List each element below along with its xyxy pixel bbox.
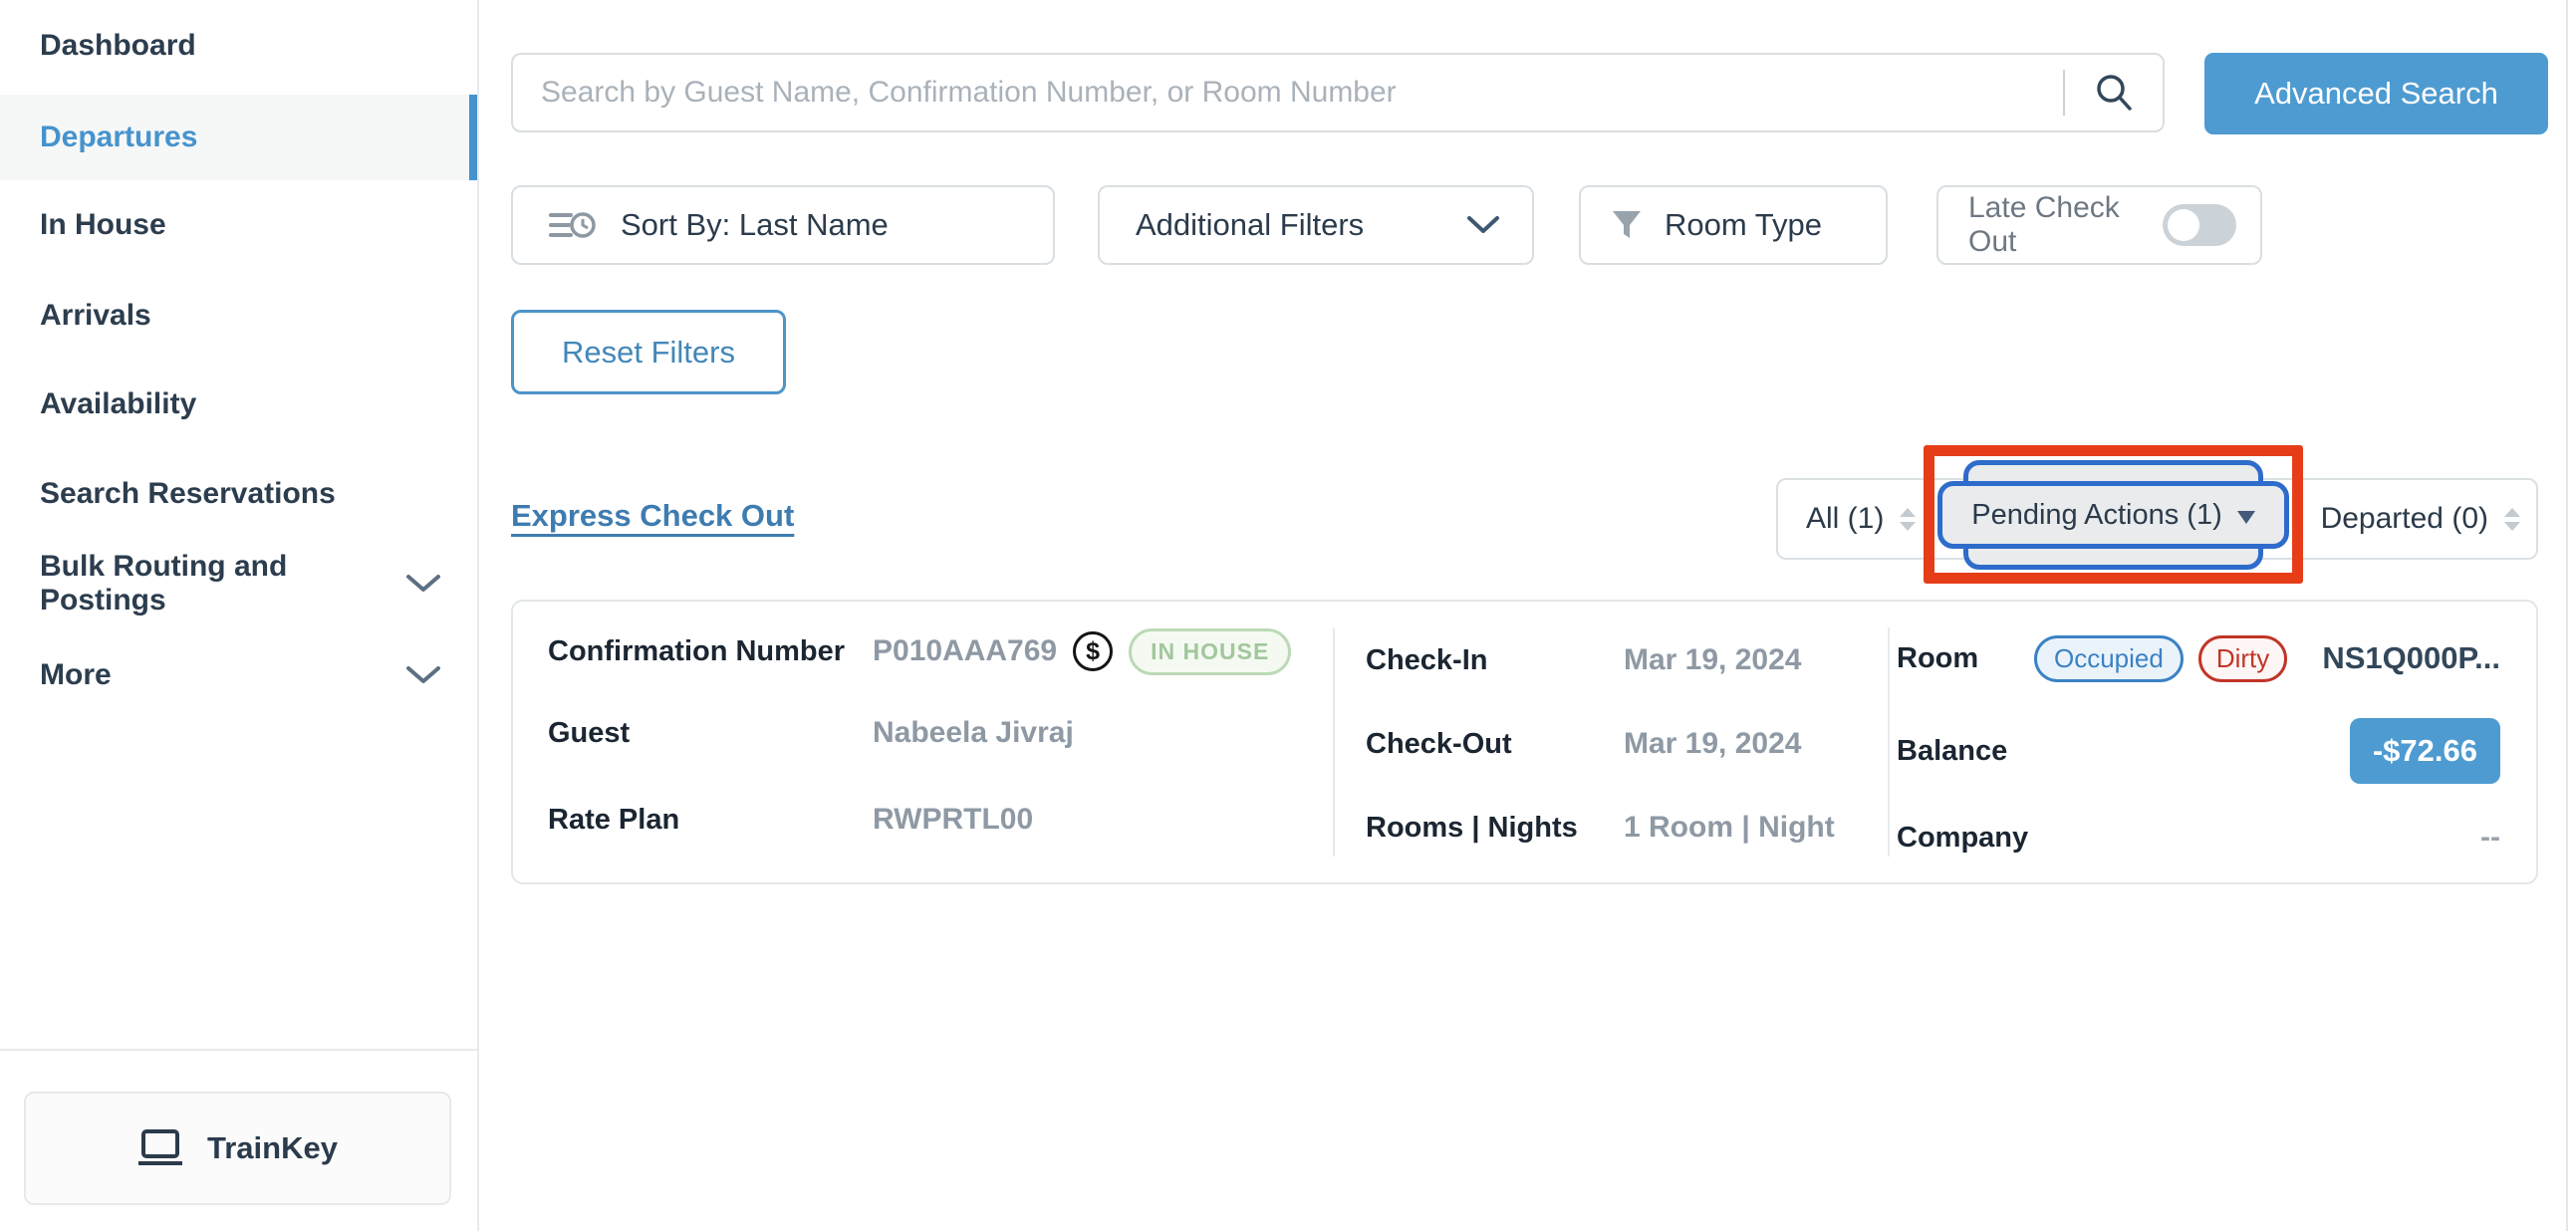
tab-departed[interactable]: Departed (0) xyxy=(2321,480,2520,558)
tab-departed-label: Departed (0) xyxy=(2321,502,2488,536)
room-row: Room Occupied Dirty NS1Q000P... xyxy=(1897,635,2500,681)
confirmation-number-value[interactable]: P010AAA769 xyxy=(873,634,1057,668)
sidebar-item-label: Bulk Routing and Postings xyxy=(40,550,405,617)
scrollbar-track[interactable] xyxy=(2566,0,2568,1231)
tab-all[interactable]: All (1) xyxy=(1806,480,1916,558)
room-occupied-badge: Occupied xyxy=(2034,635,2184,682)
sidebar-item-more[interactable]: More xyxy=(0,632,477,718)
departures-screen: Dashboard Departures In House Arrivals A… xyxy=(0,0,2576,1231)
sidebar-bottom-divider xyxy=(0,1049,477,1051)
dollar-circle-icon[interactable]: $ xyxy=(1073,631,1113,671)
card-divider xyxy=(1888,627,1890,857)
check-in-label: Check-In xyxy=(1366,644,1624,677)
additional-filters-dropdown[interactable]: Additional Filters xyxy=(1098,185,1534,265)
express-check-out-link[interactable]: Express Check Out xyxy=(511,498,794,534)
sort-arrows-icon xyxy=(2504,508,2520,531)
filter-funnel-icon xyxy=(1611,209,1643,241)
in-house-status-badge: IN HOUSE xyxy=(1129,628,1291,675)
sort-by-label: Sort By: Last Name xyxy=(621,207,889,243)
sidebar-item-search-reservations[interactable]: Search Reservations xyxy=(0,451,477,537)
late-check-out-toggle[interactable] xyxy=(2163,204,2236,246)
search-icon[interactable] xyxy=(2093,72,2135,114)
trainkey-label: TrainKey xyxy=(207,1130,338,1166)
late-check-out-label: Late Check Out xyxy=(1968,191,2139,259)
sort-by-icon xyxy=(549,207,597,243)
balance-badge[interactable]: -$72.66 xyxy=(2350,718,2500,784)
sidebar-item-departures[interactable]: Departures xyxy=(0,95,477,180)
sidebar-item-availability[interactable]: Availability xyxy=(0,362,477,447)
trainkey-button[interactable]: TrainKey xyxy=(24,1092,451,1205)
additional-filters-label: Additional Filters xyxy=(1136,207,1364,243)
sidebar-item-in-house[interactable]: In House xyxy=(0,182,477,268)
check-out-label: Check-Out xyxy=(1366,728,1624,761)
tab-all-label: All (1) xyxy=(1806,502,1884,536)
room-type-filter-button[interactable]: Room Type xyxy=(1579,185,1888,265)
chevron-down-icon xyxy=(405,665,441,685)
room-number-value[interactable]: NS1Q000P... xyxy=(2322,640,2500,676)
check-in-value: Mar 19, 2024 xyxy=(1624,643,1801,677)
sidebar-item-arrivals[interactable]: Arrivals xyxy=(0,273,477,359)
sidebar-item-label: Availability xyxy=(40,387,196,421)
company-value: -- xyxy=(2480,821,2500,855)
search-bar xyxy=(511,53,2165,132)
sidebar-item-label: Arrivals xyxy=(40,299,151,333)
guest-label: Guest xyxy=(548,717,873,750)
sidebar-item-label: More xyxy=(40,658,112,692)
reservation-card: Confirmation Number P010AAA769 $ IN HOUS… xyxy=(511,600,2538,884)
card-divider xyxy=(1333,627,1335,857)
rate-plan-value: RWPRTL00 xyxy=(873,803,1033,837)
advanced-search-button[interactable]: Advanced Search xyxy=(2204,53,2548,134)
laptop-icon xyxy=(137,1128,183,1168)
sidebar-item-bulk-routing[interactable]: Bulk Routing and Postings xyxy=(0,541,477,626)
rooms-nights-value: 1 Room | Night xyxy=(1624,811,1835,845)
sort-arrows-icon xyxy=(1900,508,1916,531)
late-check-out-filter: Late Check Out xyxy=(1936,185,2262,265)
check-in-row: Check-In Mar 19, 2024 xyxy=(1366,637,1879,683)
chevron-down-icon xyxy=(1466,215,1500,235)
balance-label: Balance xyxy=(1897,735,2034,768)
company-label: Company xyxy=(1897,822,2034,855)
sidebar-item-dashboard[interactable]: Dashboard xyxy=(0,3,477,89)
dropdown-caret-icon xyxy=(2237,511,2255,524)
sidebar-item-label: In House xyxy=(40,208,166,242)
rate-plan-label: Rate Plan xyxy=(548,804,873,837)
toggle-knob xyxy=(2168,209,2199,241)
sidebar-item-label: Search Reservations xyxy=(40,477,336,511)
search-input[interactable] xyxy=(541,76,2053,110)
sidebar-item-label: Departures xyxy=(40,121,197,154)
reset-filters-button[interactable]: Reset Filters xyxy=(511,310,786,394)
guest-row: Guest Nabeela Jivraj xyxy=(548,710,1325,756)
tab-pending-actions-label: Pending Actions (1) xyxy=(1971,499,2221,532)
search-divider xyxy=(2063,70,2065,116)
check-out-row: Check-Out Mar 19, 2024 xyxy=(1366,721,1879,767)
guest-name-value: Nabeela Jivraj xyxy=(873,716,1074,750)
rooms-nights-row: Rooms | Nights 1 Room | Night xyxy=(1366,805,1879,851)
room-dirty-badge: Dirty xyxy=(2198,635,2287,682)
balance-row: Balance -$72.66 xyxy=(1897,718,2500,784)
room-type-label: Room Type xyxy=(1665,207,1822,243)
sidebar: Dashboard Departures In House Arrivals A… xyxy=(0,0,479,1231)
check-out-value: Mar 19, 2024 xyxy=(1624,727,1801,761)
chevron-down-icon xyxy=(405,574,441,594)
sort-by-button[interactable]: Sort By: Last Name xyxy=(511,185,1055,265)
confirmation-number-label: Confirmation Number xyxy=(548,635,873,668)
room-label: Room xyxy=(1897,642,2034,675)
confirmation-row: Confirmation Number P010AAA769 $ IN HOUS… xyxy=(548,628,1325,674)
tab-pending-actions[interactable]: Pending Actions (1) xyxy=(1937,460,2289,570)
sidebar-item-label: Dashboard xyxy=(40,29,196,63)
rooms-nights-label: Rooms | Nights xyxy=(1366,812,1624,845)
company-row: Company -- xyxy=(1897,815,2500,861)
rate-plan-row: Rate Plan RWPRTL00 xyxy=(548,797,1325,843)
